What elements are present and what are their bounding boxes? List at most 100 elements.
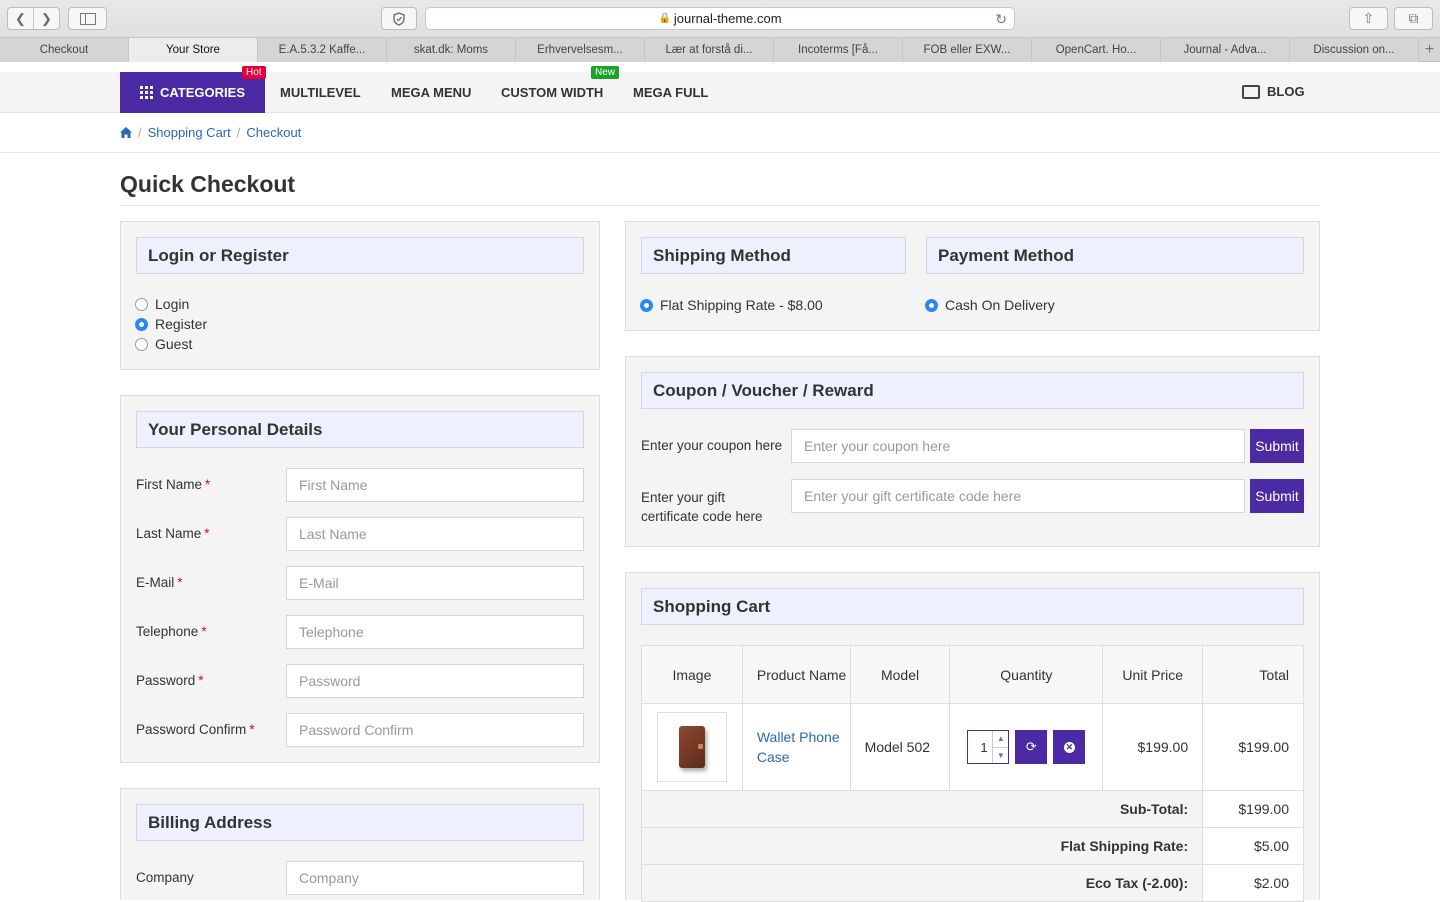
- new-tab-button[interactable]: +: [1419, 38, 1440, 61]
- menu-custom-width[interactable]: CUSTOM WIDTH: [501, 85, 603, 100]
- radio-circle[interactable]: [925, 298, 938, 312]
- radio-login[interactable]: Login: [135, 296, 189, 312]
- radio-cash-on-delivery[interactable]: Cash On Delivery: [925, 297, 1055, 313]
- email-input[interactable]: [286, 566, 584, 600]
- radio-register[interactable]: Register: [135, 316, 207, 332]
- home-icon[interactable]: [120, 127, 132, 138]
- privacy-button[interactable]: [381, 7, 417, 30]
- tab-your-store[interactable]: Your Store: [129, 38, 258, 62]
- company-input[interactable]: [286, 861, 584, 895]
- telephone-label: Telephone *: [136, 624, 207, 639]
- personal-details-heading: Your Personal Details: [136, 411, 584, 448]
- col-model: Model: [849, 645, 951, 704]
- radio-circle[interactable]: [135, 297, 148, 311]
- radio-label: Guest: [155, 336, 193, 352]
- forward-icon[interactable]: ❯: [34, 8, 59, 29]
- browser-chrome: ❮ ❯ 🔒 journal-theme.com ↻ ⇧ ⧉ Checkout Y…: [0, 0, 1440, 62]
- gift-certificate-input[interactable]: [791, 479, 1245, 513]
- tab-opencart[interactable]: OpenCart. Ho...: [1032, 38, 1161, 62]
- tab-fob[interactable]: FOB eller EXW...: [903, 38, 1032, 62]
- password-confirm-input[interactable]: [286, 713, 584, 747]
- page-title: Quick Checkout: [120, 171, 296, 197]
- col-unit-price: Unit Price: [1102, 645, 1204, 704]
- tabs-icon: ⧉: [1408, 10, 1419, 26]
- tab-kaffe[interactable]: E.A.5.3.2 Kaffe...: [258, 38, 387, 62]
- menu-multilevel[interactable]: MULTILEVEL: [280, 85, 361, 100]
- telephone-input[interactable]: [286, 615, 584, 649]
- close-icon: ✕: [1063, 741, 1075, 753]
- radio-label: Cash On Delivery: [945, 297, 1055, 313]
- company-label: Company: [136, 870, 194, 885]
- cart-header-row: Image Product Name Model Quantity Unit P…: [641, 645, 1304, 704]
- sidebar-toggle-button[interactable]: [68, 7, 107, 30]
- col-total: Total: [1202, 645, 1304, 704]
- password-input[interactable]: [286, 664, 584, 698]
- password-confirm-label: Password Confirm *: [136, 722, 255, 737]
- product-image-cell: [641, 703, 743, 791]
- payment-method-heading: Payment Method: [926, 237, 1304, 274]
- remove-item-button[interactable]: ✕: [1053, 730, 1086, 764]
- radio-flat-shipping[interactable]: Flat Shipping Rate - $8.00: [640, 297, 823, 313]
- breadcrumb-separator: /: [236, 125, 241, 140]
- radio-circle[interactable]: [135, 337, 148, 351]
- gift-certificate-label: Enter your gift certificate code here: [641, 490, 763, 524]
- breadcrumb-bar: / Shopping Cart / Checkout: [0, 113, 1440, 153]
- line-total: $199.00: [1202, 703, 1304, 791]
- share-icon: ⇧: [1362, 10, 1375, 26]
- tab-checkout[interactable]: Checkout: [0, 38, 129, 62]
- shipping-label: Flat Shipping Rate:: [640, 827, 1204, 865]
- browser-toolbar: ❮ ❯ 🔒 journal-theme.com ↻ ⇧ ⧉: [0, 0, 1440, 37]
- quantity-value[interactable]: 1: [968, 740, 992, 755]
- reload-icon[interactable]: ↻: [995, 11, 1007, 28]
- blog-label: BLOG: [1267, 84, 1305, 99]
- new-badge: New: [591, 66, 620, 79]
- subtotal-value: $199.00: [1202, 790, 1304, 828]
- menu-blog[interactable]: BLOG: [1242, 84, 1305, 99]
- tab-skat[interactable]: skat.dk: Moms: [387, 38, 516, 62]
- table-row: Wallet Phone Case Model 502 1 ▲ ▼ ⟳ ✕ $19…: [641, 703, 1304, 791]
- eco-tax-value: $2.00: [1202, 864, 1304, 902]
- product-name-link[interactable]: Wallet Phone Case: [757, 729, 840, 765]
- chevron-up-icon[interactable]: ▲: [993, 731, 1009, 748]
- gift-certificate-submit-button[interactable]: Submit: [1250, 479, 1304, 513]
- col-product-name: Product Name: [741, 645, 851, 704]
- share-button[interactable]: ⇧: [1349, 7, 1388, 30]
- main-menu: CATEGORIES: [0, 72, 1440, 113]
- product-name-cell: Wallet Phone Case: [741, 703, 851, 791]
- show-tabs-button[interactable]: ⧉: [1394, 7, 1433, 30]
- shield-icon: [393, 11, 405, 26]
- radio-circle[interactable]: [135, 317, 148, 331]
- breadcrumb-checkout[interactable]: Checkout: [246, 125, 301, 140]
- last-name-input[interactable]: [286, 517, 584, 551]
- quantity-stepper[interactable]: 1 ▲ ▼: [967, 730, 1010, 764]
- product-model: Model 502: [849, 703, 951, 791]
- radio-guest[interactable]: Guest: [135, 336, 192, 352]
- email-label: E-Mail *: [136, 575, 183, 590]
- first-name-input[interactable]: [286, 468, 584, 502]
- tab-discussion[interactable]: Discussion on...: [1290, 38, 1419, 62]
- cart-table: Image Product Name Model Quantity Unit P…: [640, 645, 1304, 902]
- unit-price: $199.00: [1102, 703, 1204, 791]
- eco-tax-label: Eco Tax (-2.00):: [640, 864, 1204, 902]
- product-thumbnail[interactable]: [656, 712, 727, 782]
- tab-incoterms[interactable]: Incoterms [Få...: [774, 38, 903, 62]
- tab-laer[interactable]: Lær at forstå di...: [645, 38, 774, 62]
- address-bar[interactable]: 🔒 journal-theme.com ↻: [425, 7, 1015, 30]
- back-icon[interactable]: ❮: [8, 8, 34, 29]
- hot-badge: Hot: [242, 66, 266, 79]
- coupon-input[interactable]: [791, 429, 1245, 463]
- update-quantity-button[interactable]: ⟳: [1015, 730, 1048, 764]
- tab-journal[interactable]: Journal - Adva...: [1161, 38, 1290, 62]
- coupon-submit-button[interactable]: Submit: [1250, 429, 1304, 463]
- menu-mega-menu[interactable]: MEGA MENU: [391, 85, 471, 100]
- breadcrumb-shopping-cart[interactable]: Shopping Cart: [148, 125, 231, 140]
- refresh-icon: ⟳: [1025, 739, 1037, 754]
- menu-mega-full[interactable]: MEGA FULL: [633, 85, 708, 100]
- shopping-cart-heading: Shopping Cart: [641, 588, 1304, 625]
- sidebar-icon: [79, 12, 96, 25]
- radio-circle[interactable]: [640, 298, 653, 312]
- chevron-down-icon[interactable]: ▼: [993, 748, 1008, 764]
- back-forward-buttons: ❮ ❯: [7, 7, 60, 30]
- tab-erhvervelse[interactable]: Erhvervelsesm...: [516, 38, 645, 62]
- grid-icon: [140, 86, 153, 99]
